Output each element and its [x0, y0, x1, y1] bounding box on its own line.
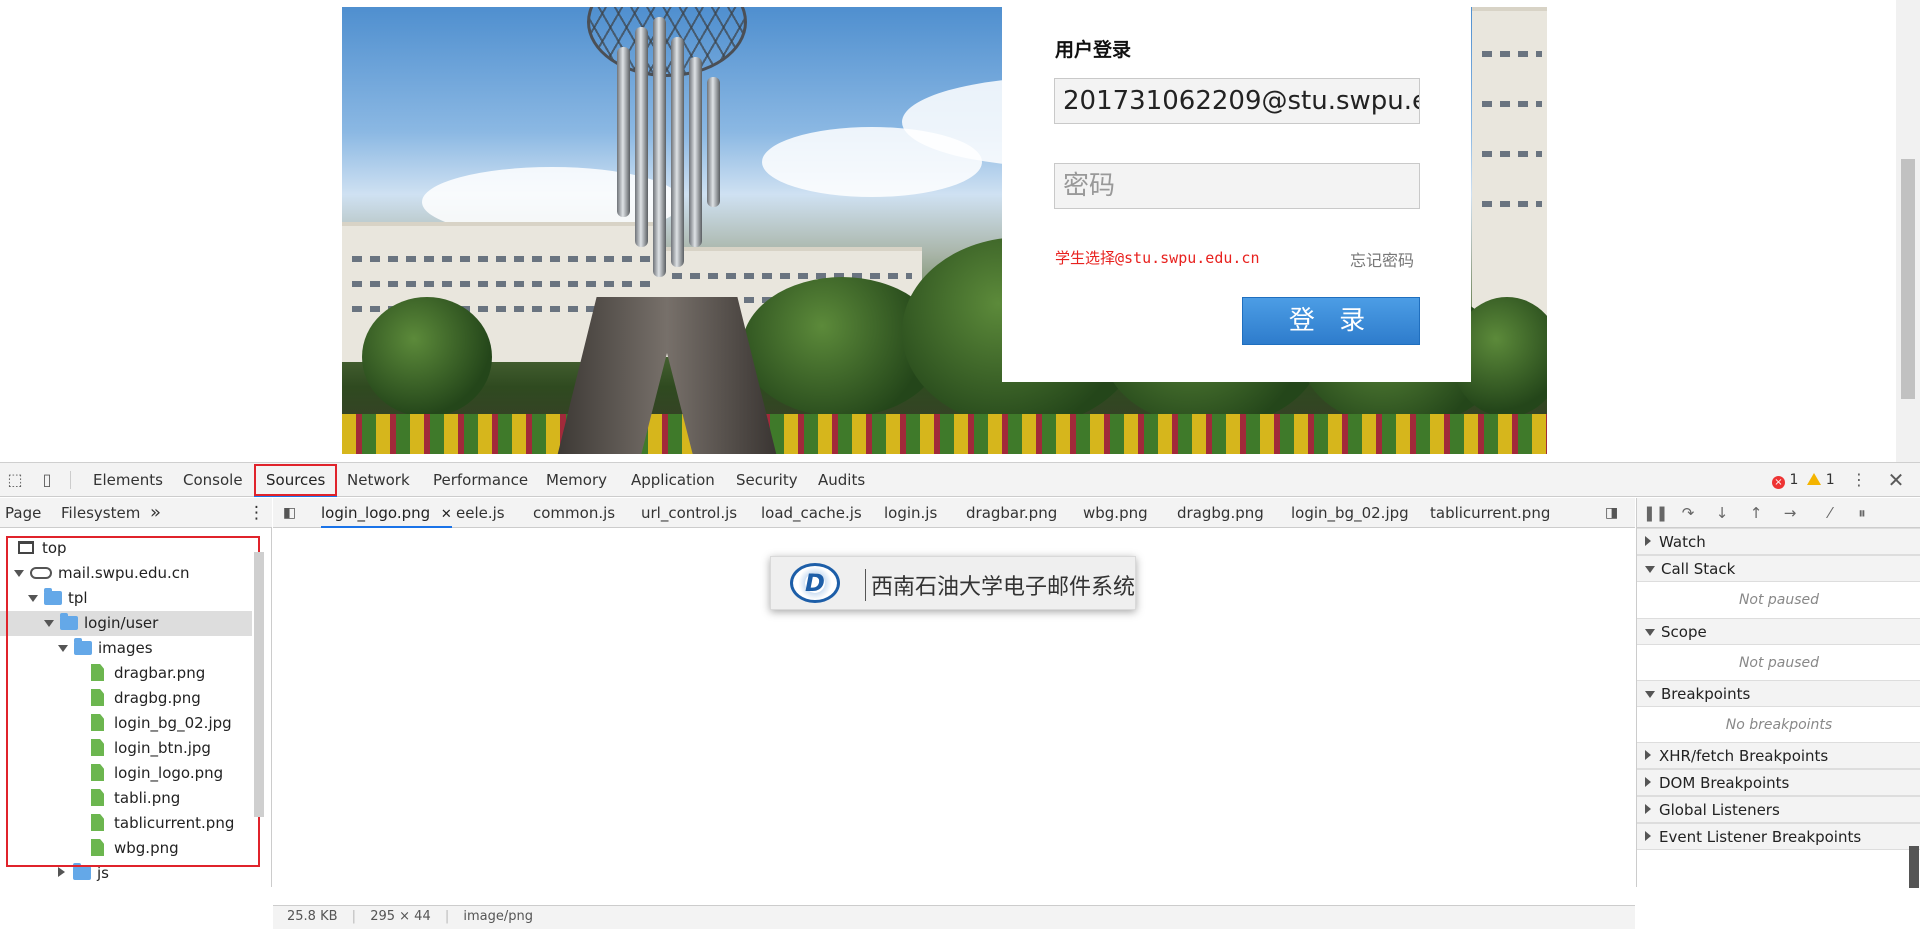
image-dimensions: 295 × 44 [370, 909, 431, 924]
mime-type: image/png [463, 909, 534, 924]
tab-security[interactable]: Security [724, 463, 810, 497]
nav-tab-page[interactable]: Page [5, 498, 41, 528]
kebab-menu-icon[interactable]: ⋮ [1848, 469, 1870, 491]
devtools-panel: ⬚ ▯ Elements Console Sources Network Per… [0, 462, 1920, 929]
navigator-scrollbar[interactable] [254, 552, 264, 817]
login-button[interactable]: 登 录 [1242, 297, 1420, 345]
pane-event-listener-breakpoints[interactable]: Event Listener Breakpoints [1637, 823, 1920, 850]
file-tab[interactable]: url_control.js [641, 498, 737, 528]
close-icon[interactable]: ✕ [1885, 469, 1907, 491]
navigator-tabs: Page Filesystem » ⋮ [0, 498, 272, 528]
student-domain-hint: 学生选择@stu.swpu.edu.cn [1055, 249, 1260, 267]
collapse-triangle-icon[interactable] [58, 867, 65, 877]
page-viewport: 用户登录 201731062209@stu.swpu.edu.cn 密码 学生选… [0, 0, 1920, 462]
call-stack-status: Not paused [1738, 592, 1820, 608]
sculpture [557, 7, 777, 454]
file-tab[interactable]: dragbar.png [966, 498, 1057, 528]
page-scrollbar[interactable] [1896, 0, 1920, 462]
scope-status: Not paused [1738, 655, 1820, 671]
file-size: 25.8 KB [287, 909, 338, 924]
device-toolbar-icon[interactable]: ▯ [36, 469, 58, 491]
breakpoints-status: No breakpoints [1725, 717, 1833, 733]
inspect-element-icon[interactable]: ⬚ [4, 469, 26, 491]
login-title: 用户登录 [1055, 39, 1132, 61]
error-icon: × [1772, 476, 1785, 489]
debugger-toolbar: ❚❚ ↷ ↓ ↑ → ⁄ ⏸ [1637, 498, 1920, 528]
step-out-icon[interactable]: ↑ [1745, 502, 1767, 524]
file-tab[interactable]: login_bg_02.jpg [1291, 498, 1409, 528]
pause-icon[interactable]: ❚❚ [1643, 502, 1668, 524]
pane-global-listeners[interactable]: Global Listeners [1637, 796, 1920, 823]
warning-icon [1807, 473, 1822, 485]
deactivate-breakpoints-icon[interactable]: ⁄ [1819, 502, 1841, 524]
close-tab-icon[interactable]: ✕ [441, 507, 452, 522]
sources-tab-highlight [254, 464, 337, 496]
pane-breakpoints[interactable]: Breakpoints [1637, 680, 1920, 707]
tab-network[interactable]: Network [335, 463, 422, 497]
file-tab[interactable]: tablicurrent.png [1430, 498, 1550, 528]
sources-editor: ◧ login_logo.png ✕ eele.js common.js url… [273, 498, 1635, 929]
login-panel: 用户登录 201731062209@stu.swpu.edu.cn 密码 学生选… [1002, 7, 1471, 382]
file-tree-highlight [6, 536, 260, 867]
password-input[interactable]: 密码 [1054, 163, 1420, 209]
page-scroll-thumb[interactable] [1901, 159, 1915, 399]
tab-console[interactable]: Console [171, 463, 255, 497]
more-tabs-icon[interactable]: » [150, 498, 161, 528]
editor-status-bar: 25.8 KB | 295 × 44 | image/png [273, 905, 1635, 929]
file-tab[interactable]: login.js [884, 498, 937, 528]
editor-tab-strip: ◧ login_logo.png ✕ eele.js common.js url… [273, 498, 1635, 528]
devtools-main-toolbar: ⬚ ▯ Elements Console Sources Network Per… [0, 463, 1920, 497]
tab-performance[interactable]: Performance [421, 463, 540, 497]
file-tab[interactable]: load_cache.js [761, 498, 862, 528]
tab-memory[interactable]: Memory [534, 463, 619, 497]
navigator-menu-icon[interactable]: ⋮ [248, 498, 265, 528]
tab-application[interactable]: Application [619, 463, 727, 497]
nav-tab-filesystem[interactable]: Filesystem [61, 498, 140, 528]
tab-audits[interactable]: Audits [806, 463, 877, 497]
toggle-navigator-icon[interactable]: ◧ [283, 498, 296, 528]
debugger-scrollbar[interactable] [1909, 846, 1919, 888]
file-tab[interactable]: common.js [533, 498, 615, 528]
step-over-icon[interactable]: ↷ [1677, 502, 1699, 524]
error-count: 1 [1789, 472, 1799, 488]
toggle-debugger-icon[interactable]: ◨ [1605, 498, 1618, 528]
pane-xhr-breakpoints[interactable]: XHR/fetch Breakpoints [1637, 742, 1920, 769]
debugger-sidebar: ❚❚ ↷ ↓ ↑ → ⁄ ⏸ Watch Call Stack Not paus… [1636, 498, 1920, 888]
file-tab[interactable]: wbg.png [1083, 498, 1148, 528]
file-tab-active[interactable]: login_logo.png ✕ [321, 498, 452, 528]
step-icon[interactable]: → [1779, 502, 1801, 524]
preview-caption: 西南石油大学电子邮件系统 [871, 575, 1136, 600]
step-into-icon[interactable]: ↓ [1711, 502, 1733, 524]
file-tab[interactable]: eele.js [456, 498, 505, 528]
sources-navigator: Page Filesystem » ⋮ top mail.swpu.edu.cn… [0, 498, 272, 887]
pane-watch[interactable]: Watch [1637, 528, 1920, 555]
pane-dom-breakpoints[interactable]: DOM Breakpoints [1637, 769, 1920, 796]
tab-elements[interactable]: Elements [81, 463, 175, 497]
university-logo-icon [790, 563, 840, 603]
pane-scope[interactable]: Scope [1637, 618, 1920, 645]
username-input[interactable]: 201731062209@stu.swpu.edu.cn [1054, 78, 1420, 124]
issues-counter[interactable]: × 1 1 [1772, 472, 1835, 489]
forgot-password-link[interactable]: 忘记密码 [1350, 247, 1414, 271]
image-preview: 西南石油大学电子邮件系统 [770, 556, 1136, 610]
warning-count: 1 [1825, 472, 1835, 488]
folder-icon [73, 863, 91, 880]
file-tab[interactable]: dragbg.png [1177, 498, 1264, 528]
pause-on-exceptions-icon[interactable]: ⏸ [1851, 502, 1873, 524]
pane-call-stack[interactable]: Call Stack [1637, 555, 1920, 582]
